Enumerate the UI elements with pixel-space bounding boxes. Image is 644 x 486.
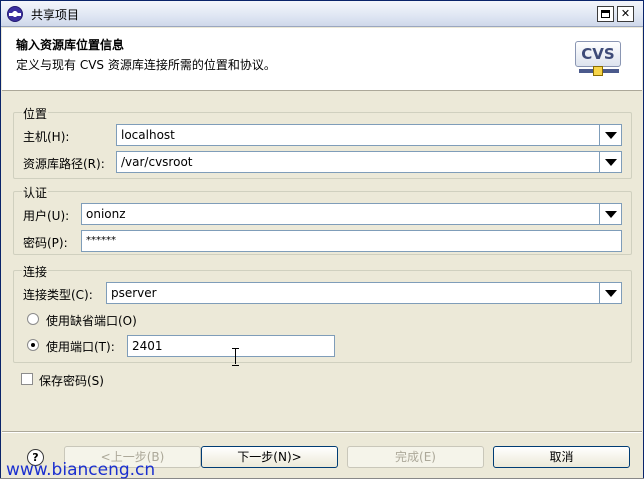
wizard-header: 输入资源库位置信息 定义与现有 CVS 资源库连接所需的位置和协议。 CVS	[2, 28, 642, 91]
text-cursor-icon	[232, 348, 239, 366]
wizard-page-title: 输入资源库位置信息	[16, 38, 125, 52]
default-port-radio[interactable]	[27, 313, 39, 325]
host-value: localhost	[121, 128, 175, 142]
connection-type-dropdown-arrow-icon[interactable]	[599, 283, 621, 303]
connection-group-label: 连接	[22, 263, 49, 280]
auth-group-label: 认证	[22, 184, 49, 201]
next-button[interactable]: 下一步(N)>	[201, 446, 338, 468]
cancel-button[interactable]: 取消	[493, 446, 630, 468]
password-value: ******	[86, 235, 116, 246]
watermark-text: www.bianceng.cn	[6, 460, 156, 480]
maximize-icon	[601, 10, 610, 18]
user-combo[interactable]: onionz	[81, 203, 622, 225]
default-port-label[interactable]: 使用缺省端口(O)	[46, 312, 137, 329]
wizard-page-description: 定义与现有 CVS 资源库连接所需的位置和协议。	[16, 58, 276, 72]
connection-type-combo[interactable]: pserver	[106, 282, 622, 304]
repository-path-dropdown-arrow-icon[interactable]	[599, 152, 621, 172]
share-project-dialog: 共享项目 ✕ 输入资源库位置信息 定义与现有 CVS 资源库连接所需的位置和协议…	[0, 0, 644, 486]
save-password-label[interactable]: 保存密码(S)	[39, 372, 104, 389]
save-password-checkbox[interactable]	[21, 373, 33, 385]
close-icon: ✕	[620, 7, 631, 20]
host-combo[interactable]: localhost	[116, 124, 622, 146]
host-label: 主机(H):	[23, 130, 70, 144]
maximize-button[interactable]	[597, 6, 614, 22]
user-dropdown-arrow-icon[interactable]	[599, 204, 621, 224]
footer-divider	[2, 431, 642, 433]
cvs-logo-icon: CVS	[575, 41, 623, 79]
user-label: 用户(U):	[23, 209, 70, 223]
cvs-logo-text: CVS	[575, 41, 621, 67]
use-port-label[interactable]: 使用端口(T):	[46, 338, 115, 355]
connection-type-value: pserver	[111, 286, 157, 300]
host-dropdown-arrow-icon[interactable]	[599, 125, 621, 145]
title-bar[interactable]: 共享项目 ✕	[1, 1, 643, 27]
port-input[interactable]: 2401	[127, 335, 335, 357]
eclipse-icon	[7, 6, 23, 22]
use-port-radio[interactable]	[27, 339, 39, 351]
close-button[interactable]: ✕	[617, 6, 634, 22]
repository-path-label: 资源库路径(R):	[23, 157, 105, 171]
password-label: 密码(P):	[23, 236, 68, 250]
repository-path-value: /var/cvsroot	[121, 155, 193, 169]
user-value: onionz	[86, 207, 126, 221]
window-title: 共享项目	[31, 8, 80, 22]
port-value: 2401	[132, 339, 163, 353]
repository-path-combo[interactable]: /var/cvsroot	[116, 151, 622, 173]
location-group-label: 位置	[22, 105, 49, 122]
connection-type-label: 连接类型(C):	[23, 288, 93, 302]
password-input[interactable]: ******	[81, 230, 622, 252]
finish-button[interactable]: 完成(E)	[347, 446, 484, 468]
